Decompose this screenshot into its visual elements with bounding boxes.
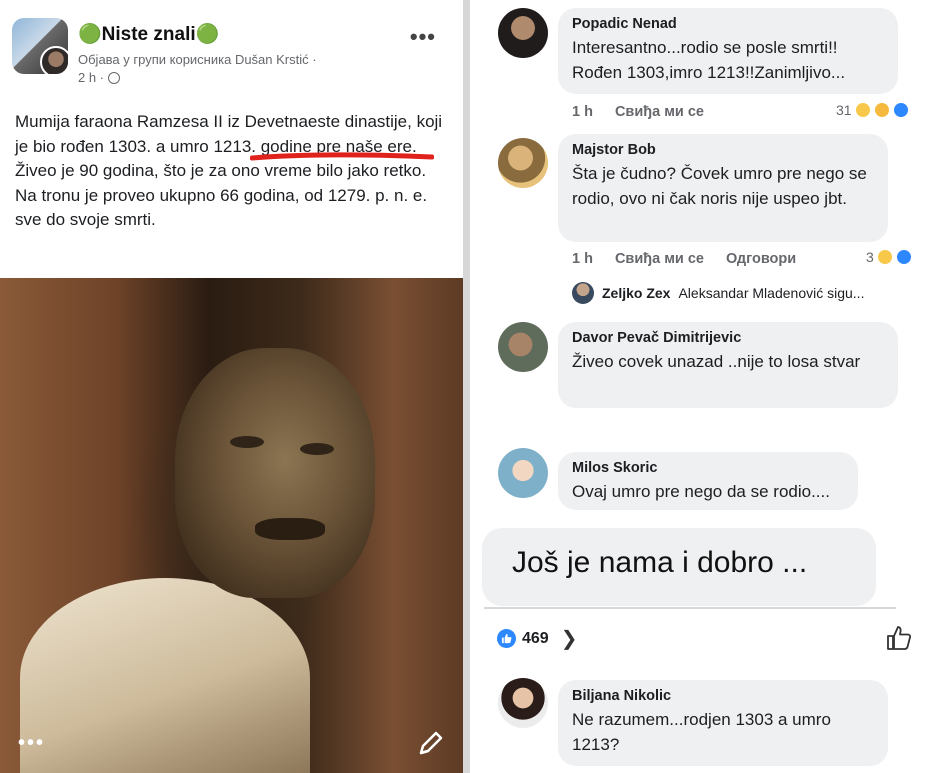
mummy-photo[interactable]: ••• (0, 278, 463, 773)
comment-text: Ovaj umro pre nego da se rodio.... (572, 482, 830, 501)
group-avatar[interactable] (12, 18, 68, 74)
like-reaction-icon (895, 249, 912, 265)
more-options-icon[interactable]: ••• (410, 24, 436, 50)
shared-comment-card[interactable]: Još je nama i dobro ... (482, 528, 876, 606)
reaction-summary[interactable]: 31 (836, 102, 909, 118)
comment-text: Živeo covek unazad ..nije to losa stvar (572, 352, 861, 371)
avatar[interactable] (498, 448, 548, 498)
like-badge-icon (497, 629, 516, 648)
comments-panel: Popadic Nenad Interesantno...rodio se po… (470, 0, 930, 773)
chevron-right-icon[interactable]: ❯ (561, 626, 578, 651)
photo-more-icon[interactable]: ••• (18, 732, 45, 755)
mummy-head (175, 348, 375, 598)
comment-time[interactable]: 1 h (572, 251, 593, 267)
avatar[interactable] (498, 678, 548, 728)
reply-text: Aleksandar Mladenović sigu... (678, 285, 865, 301)
post-timestamp[interactable]: 2 h · (78, 70, 121, 85)
comment-bubble: Davor Pevač Dimitrijevic Živeo covek una… (558, 322, 898, 408)
mummy-wrapping (20, 578, 310, 773)
comment-actions: 1 h Свиђа ми се (572, 104, 704, 120)
like-action[interactable]: Свиђа ми се (615, 104, 704, 120)
author-avatar[interactable] (40, 46, 68, 74)
comment-author[interactable]: Davor Pevač Dimitrijevic (572, 330, 884, 346)
post-header: 🟢Niste znali🟢 Објава у групи корисника D… (12, 18, 452, 88)
post-panel: 🟢Niste znali🟢 Објава у групи корисника D… (0, 0, 463, 773)
like-action[interactable]: Свиђа ми се (615, 251, 704, 267)
like-thumb-icon[interactable] (885, 624, 913, 652)
red-underline-annotation (250, 152, 434, 161)
comment-bubble: Majstor Bob Šta je čudno? Čovek umro pre… (558, 134, 888, 242)
like-count: 469 (522, 629, 549, 647)
comment-text: Ne razumem...rodjen 1303 a umro 1213? (572, 710, 831, 754)
shared-comment-text: Još je nama i dobro ... (512, 546, 808, 579)
haha-reaction-icon (876, 249, 893, 265)
mummy-mouth (255, 518, 325, 540)
reaction-count: 31 (836, 102, 852, 118)
avatar[interactable] (498, 322, 548, 372)
comment-bubble: Popadic Nenad Interesantno...rodio se po… (558, 8, 898, 94)
avatar[interactable] (498, 8, 548, 58)
comment-bubble: Biljana Nikolic Ne razumem...rodjen 1303… (558, 680, 888, 766)
reply-avatar (572, 282, 594, 304)
comment-time[interactable]: 1 h (572, 104, 593, 120)
avatar[interactable] (498, 138, 548, 188)
globe-icon (108, 71, 121, 84)
comment-author[interactable]: Biljana Nikolic (572, 688, 874, 704)
comment-author[interactable]: Popadic Nenad (572, 16, 884, 32)
reaction-count: 3 (866, 249, 874, 265)
haha-reaction-icon (854, 102, 871, 118)
like-reaction-icon (892, 102, 909, 118)
comment-text: Šta je čudno? Čovek umro pre nego se rod… (572, 164, 867, 208)
shared-in-group-line[interactable]: Објава у групи корисника Dušan Krstić · (78, 52, 317, 67)
sad-reaction-icon (873, 102, 890, 118)
reply-action[interactable]: Одговори (726, 251, 796, 267)
comment-text: Interesantno...rodio se posle smrti!! Ro… (572, 38, 846, 82)
comment-bubble: Milos Skoric Ovaj umro pre nego da se ro… (558, 452, 858, 510)
post-time[interactable]: 2 h · (78, 70, 104, 85)
reaction-summary[interactable]: 3 (866, 249, 912, 265)
comment-author[interactable]: Milos Skoric (572, 460, 844, 476)
edit-pencil-icon[interactable] (415, 727, 447, 759)
reply-preview[interactable]: Zeljko Zex Aleksandar Mladenović sigu... (572, 282, 864, 304)
like-count-row[interactable]: 469 ❯ (497, 626, 577, 651)
divider (484, 607, 896, 609)
post-text: Mumija faraona Ramzesa II iz Devetnaeste… (15, 112, 443, 229)
reply-author[interactable]: Zeljko Zex (602, 285, 670, 301)
mummy-eye-right (300, 443, 334, 455)
group-name[interactable]: 🟢Niste znali🟢 (78, 22, 219, 46)
comment-author[interactable]: Majstor Bob (572, 142, 874, 158)
mummy-eye-left (230, 436, 264, 448)
comment-actions: 1 h Свиђа ми се Одговори (572, 251, 796, 267)
